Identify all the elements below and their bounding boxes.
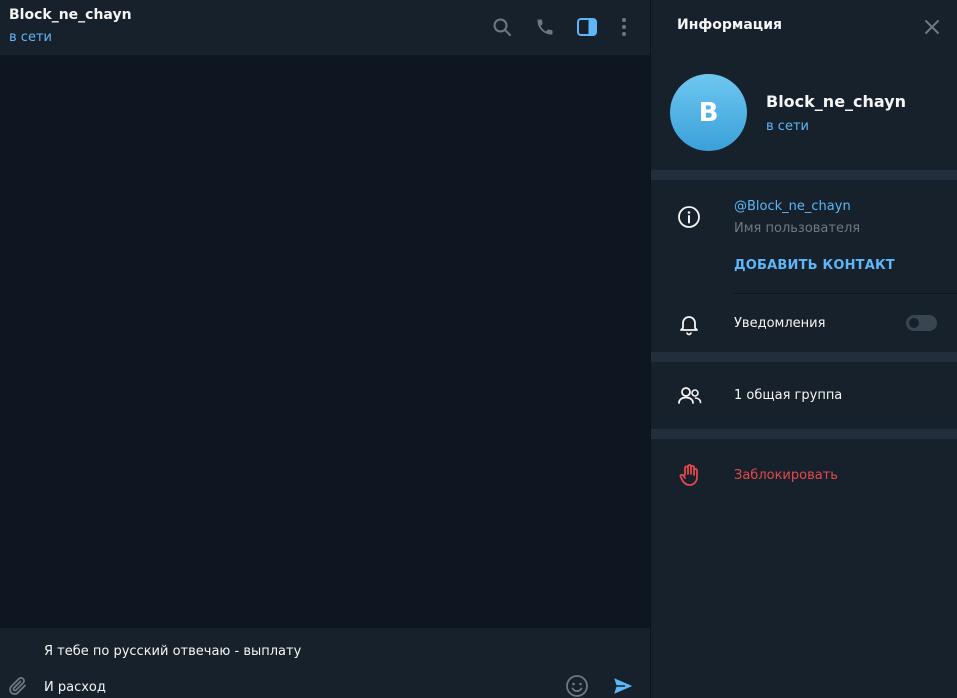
section-separator xyxy=(651,429,957,439)
search-icon[interactable] xyxy=(489,14,515,40)
chat-title[interactable]: Block_ne_chayn xyxy=(9,7,132,23)
stop-hand-icon xyxy=(677,463,701,487)
message-composer[interactable]: Я тебе по русский отвечаю - выплату И ра… xyxy=(0,628,650,698)
paperclip-icon[interactable] xyxy=(6,674,30,698)
username-link[interactable]: @Block_ne_chayn xyxy=(734,199,851,214)
group-icon xyxy=(677,384,702,408)
block-user-button[interactable]: Заблокировать xyxy=(734,468,838,483)
chat-status: в сети xyxy=(9,30,52,45)
profile-status: в сети xyxy=(766,119,809,134)
composer-text-line-1[interactable]: Я тебе по русский отвечаю - выплату xyxy=(44,644,544,659)
more-vertical-icon[interactable] xyxy=(611,14,637,40)
info-panel-title: Информация xyxy=(677,17,782,33)
section-separator xyxy=(651,352,957,362)
phone-icon[interactable] xyxy=(532,14,558,40)
avatar[interactable]: B xyxy=(670,74,747,151)
notifications-label: Уведомления xyxy=(734,316,826,331)
close-icon[interactable] xyxy=(921,16,943,38)
emoji-icon[interactable] xyxy=(565,674,589,698)
common-groups-link[interactable]: 1 общая группа xyxy=(734,388,842,403)
sidebar-toggle-icon[interactable] xyxy=(574,14,600,40)
toggle-knob xyxy=(907,316,921,330)
bell-icon xyxy=(677,312,701,336)
add-contact-button[interactable]: ДОБАВИТЬ КОНТАКТ xyxy=(734,258,895,273)
send-icon[interactable] xyxy=(610,673,636,698)
username-caption: Имя пользователя xyxy=(734,221,861,236)
notifications-toggle[interactable] xyxy=(906,315,937,331)
composer-text-line-2[interactable]: И расход xyxy=(44,680,544,695)
profile-name: Block_ne_chayn xyxy=(766,92,907,111)
section-separator xyxy=(651,170,957,180)
chat-header[interactable]: Block_ne_chayn в сети xyxy=(0,0,650,55)
row-divider xyxy=(734,293,957,294)
info-icon xyxy=(677,205,701,229)
message-history[interactable] xyxy=(0,55,650,628)
chat-column: Block_ne_chayn в сети Я тебе по русский … xyxy=(0,0,650,698)
info-panel: Информация B Block_ne_chayn в сети @Bloc… xyxy=(650,0,957,698)
